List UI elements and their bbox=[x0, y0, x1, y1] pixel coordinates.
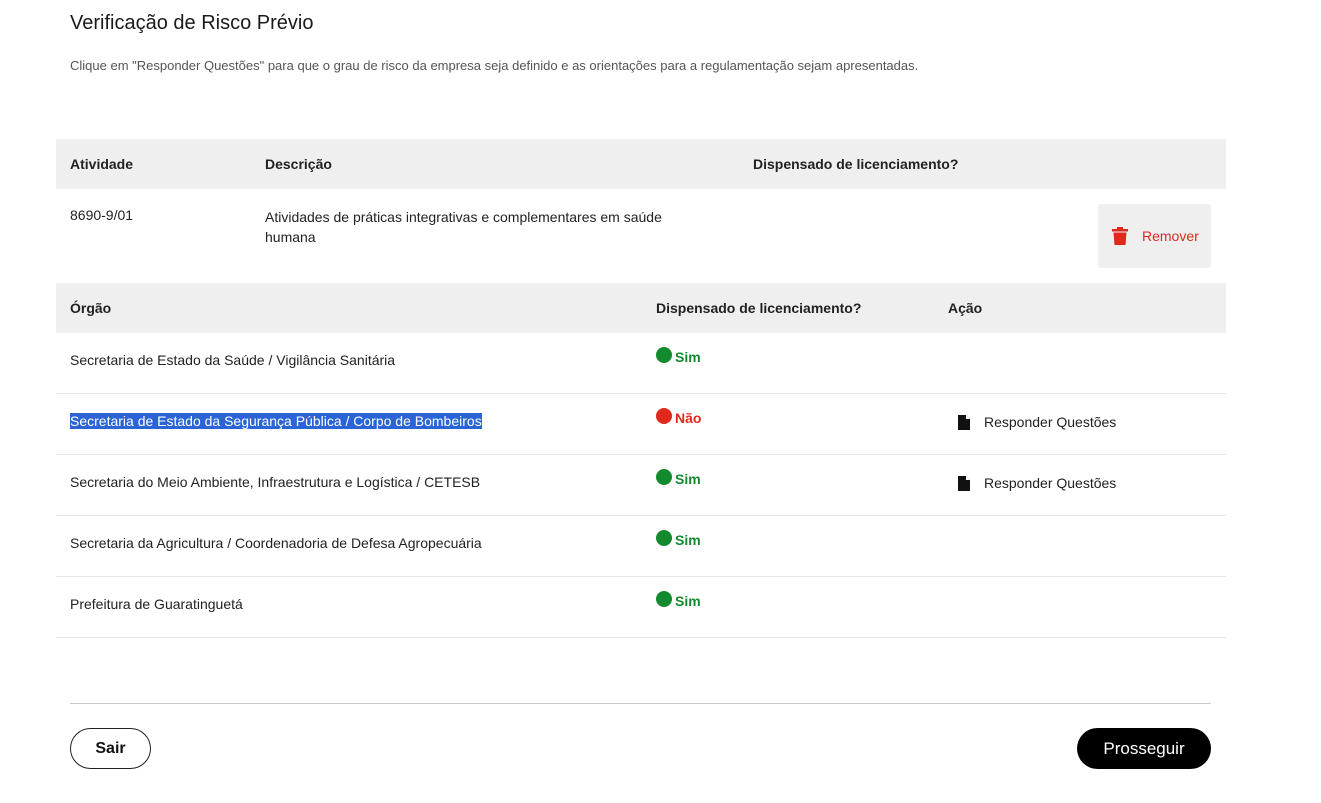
header-action: Ação bbox=[948, 300, 983, 316]
document-icon bbox=[958, 475, 970, 491]
status-label: Sim bbox=[675, 532, 701, 548]
organ-table-header: Órgão Dispensado de licenciamento? Ação bbox=[56, 283, 1226, 333]
status-dot-icon bbox=[656, 530, 672, 546]
status-label: Sim bbox=[675, 349, 701, 365]
header-organ: Órgão bbox=[70, 300, 112, 316]
activity-description: Atividades de práticas integrativas e co… bbox=[265, 209, 662, 245]
header-organ-exempt: Dispensado de licenciamento? bbox=[656, 300, 862, 316]
footer-divider bbox=[70, 703, 1211, 704]
remove-button[interactable]: Remover bbox=[1098, 204, 1211, 268]
status-dot-icon bbox=[656, 408, 672, 424]
page-subtitle: Clique em "Responder Questões" para que … bbox=[70, 58, 919, 73]
proceed-button[interactable]: Prosseguir bbox=[1077, 728, 1211, 769]
table-row: Secretaria de Estado da Segurança Públic… bbox=[56, 394, 1226, 455]
respond-questions-label: Responder Questões bbox=[984, 475, 1117, 491]
status-dot-icon bbox=[656, 347, 672, 363]
organ-name: Secretaria de Estado da Segurança Públic… bbox=[70, 413, 482, 429]
remove-label: Remover bbox=[1142, 228, 1199, 244]
header-activity: Atividade bbox=[70, 156, 134, 172]
status-badge: Sim bbox=[656, 347, 701, 365]
status-label: Não bbox=[675, 410, 702, 426]
organ-name: Secretaria de Estado da Saúde / Vigilânc… bbox=[70, 352, 396, 368]
status-label: Sim bbox=[675, 471, 701, 487]
page-title: Verificação de Risco Prévio bbox=[70, 12, 314, 34]
trash-icon bbox=[1112, 227, 1128, 245]
status-badge: Não bbox=[656, 408, 702, 426]
respond-questions-link[interactable]: Responder Questões bbox=[958, 414, 1116, 430]
status-dot-icon bbox=[656, 469, 672, 485]
table-row: Prefeitura de Guaratinguetá Sim bbox=[56, 577, 1226, 638]
header-exempt: Dispensado de licenciamento? bbox=[753, 156, 959, 172]
status-badge: Sim bbox=[656, 591, 701, 609]
organ-name: Secretaria da Agricultura / Coordenadori… bbox=[70, 535, 482, 551]
organ-name: Secretaria do Meio Ambiente, Infraestrut… bbox=[70, 474, 481, 490]
status-dot-icon bbox=[656, 591, 672, 607]
organ-table: Secretaria de Estado da Saúde / Vigilânc… bbox=[56, 333, 1226, 638]
organ-name: Prefeitura de Guaratinguetá bbox=[70, 596, 243, 612]
exit-button[interactable]: Sair bbox=[70, 728, 151, 769]
respond-questions-link[interactable]: Responder Questões bbox=[958, 475, 1116, 491]
header-description: Descrição bbox=[265, 156, 332, 172]
status-label: Sim bbox=[675, 593, 701, 609]
risk-check-page: Verificação de Risco Prévio Clique em "R… bbox=[0, 0, 1321, 803]
table-row: Secretaria do Meio Ambiente, Infraestrut… bbox=[56, 455, 1226, 516]
status-badge: Sim bbox=[656, 469, 701, 487]
activity-row: 8690-9/01 Atividades de práticas integra… bbox=[56, 189, 1226, 283]
table-row: Secretaria de Estado da Saúde / Vigilânc… bbox=[56, 333, 1226, 394]
status-badge: Sim bbox=[656, 530, 701, 548]
table-row: Secretaria da Agricultura / Coordenadori… bbox=[56, 516, 1226, 577]
activity-table-header: Atividade Descrição Dispensado de licenc… bbox=[56, 139, 1226, 189]
respond-questions-label: Responder Questões bbox=[984, 414, 1117, 430]
activity-code: 8690-9/01 bbox=[70, 207, 134, 223]
document-icon bbox=[958, 414, 970, 430]
